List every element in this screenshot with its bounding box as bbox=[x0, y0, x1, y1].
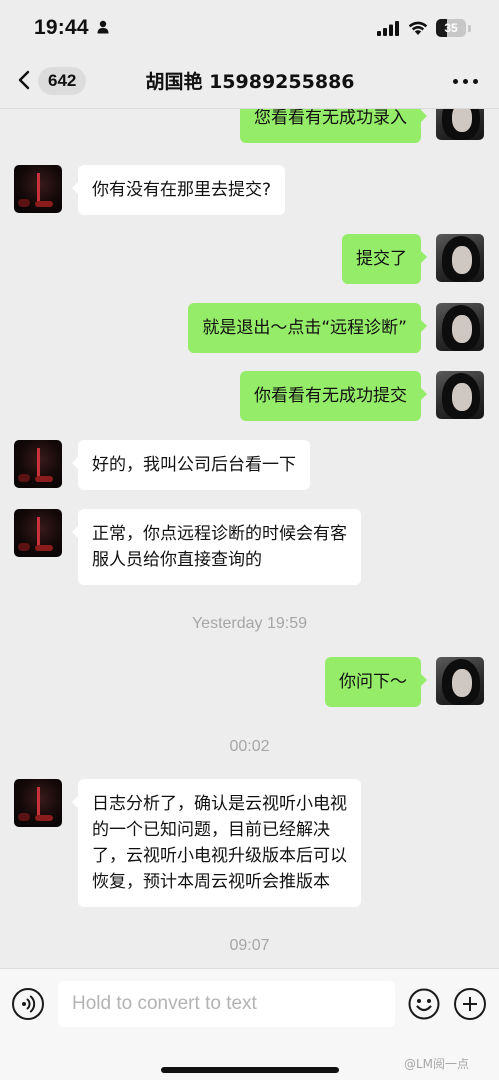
battery-percent: 35 bbox=[444, 21, 458, 35]
battery-cap bbox=[468, 25, 471, 32]
message-line: 服人员给你直接查询的 bbox=[92, 550, 262, 570]
message-row-incoming: 好的，我叫公司后台看一下 bbox=[0, 440, 499, 500]
message-line: 了，云视听小电视升级版本后可以 bbox=[92, 846, 347, 866]
message-row-outgoing: 您看看有无成功录入 bbox=[0, 109, 499, 152]
message-line: 恢复，预计本周云视听会推版本 bbox=[92, 872, 330, 892]
back-chevron-icon bbox=[18, 70, 30, 90]
chat-title: 胡国艳 15989255886 bbox=[145, 71, 355, 93]
message-input[interactable] bbox=[58, 981, 395, 1027]
message-bubble-outgoing[interactable]: 你看看有无成功提交 bbox=[240, 371, 427, 421]
message-bubble-incoming[interactable]: 好的，我叫公司后台看一下 bbox=[72, 440, 310, 490]
emoji-icon[interactable] bbox=[408, 988, 440, 1020]
message-bubble-outgoing[interactable]: 就是退出～点击“远程诊断” bbox=[188, 303, 427, 353]
signal-icon bbox=[377, 21, 399, 36]
message-row-incoming: 正常，你点远程诊断的时候会有客 服人员给你直接查询的 bbox=[0, 509, 499, 589]
more-dots-icon[interactable] bbox=[448, 66, 482, 96]
watermark-text: @LM阅一点 bbox=[404, 1057, 470, 1071]
message-row-outgoing: 你看看有无成功提交 bbox=[0, 371, 499, 431]
voice-icon[interactable] bbox=[12, 988, 44, 1020]
self-avatar[interactable] bbox=[436, 371, 484, 419]
message-timestamp: Yesterday 19:59 bbox=[191, 615, 308, 632]
message-bubble-outgoing[interactable]: 你问下～ bbox=[325, 657, 427, 707]
contact-avatar[interactable] bbox=[14, 440, 62, 488]
self-avatar[interactable] bbox=[436, 109, 484, 140]
voice-waves-icon bbox=[22, 995, 36, 1013]
add-icon[interactable] bbox=[454, 988, 486, 1020]
battery-icon: 35 bbox=[436, 19, 466, 37]
message-bubble-outgoing[interactable]: 您看看有无成功录入 bbox=[240, 109, 427, 143]
message-row-incoming: 日志分析了，确认是云视听小电视 的一个已知问题，目前已经解决 了，云视听小电视升… bbox=[0, 779, 499, 909]
message-bubble-incoming[interactable]: 日志分析了，确认是云视听小电视 的一个已知问题，目前已经解决 了，云视听小电视升… bbox=[72, 779, 361, 907]
message-bubble-outgoing[interactable]: 提交了 bbox=[342, 234, 427, 284]
contact-avatar[interactable] bbox=[14, 165, 62, 213]
message-bubble-incoming[interactable]: 正常，你点远程诊断的时候会有客 服人员给你直接查询的 bbox=[72, 509, 361, 585]
status-bar: 19:44 35 bbox=[0, 0, 499, 54]
contact-avatar[interactable] bbox=[14, 779, 62, 827]
self-avatar[interactable] bbox=[436, 303, 484, 351]
message-timestamp: 00:02 bbox=[229, 738, 270, 755]
self-avatar[interactable] bbox=[436, 234, 484, 282]
self-avatar[interactable] bbox=[436, 657, 484, 705]
message-line: 日志分析了，确认是云视听小电视 bbox=[92, 794, 347, 814]
contact-avatar[interactable] bbox=[14, 509, 62, 557]
message-timestamp: 09:07 bbox=[229, 937, 270, 954]
message-bubble-incoming[interactable]: 你有没有在那里去提交? bbox=[71, 165, 286, 215]
status-time: 19:44 bbox=[34, 16, 89, 39]
message-row-incoming: 你有没有在那里去提交? bbox=[0, 165, 499, 225]
person-icon bbox=[97, 20, 109, 34]
chat-input-bar: @LM阅一点 bbox=[0, 968, 499, 1080]
chat-header: 642 胡国艳 15989255886 bbox=[0, 54, 499, 108]
wifi-icon bbox=[408, 21, 428, 35]
chat-message-list[interactable]: 您看看有无成功录入 你有没有在那里去提交? 提交了 就是退出～点击“远程诊断” … bbox=[0, 108, 499, 968]
home-indicator[interactable] bbox=[161, 1067, 339, 1073]
message-line: 正常，你点远程诊断的时候会有客 bbox=[92, 524, 347, 544]
message-row-outgoing: 你问下～ bbox=[0, 657, 499, 717]
message-row-outgoing: 就是退出～点击“远程诊断” bbox=[0, 303, 499, 363]
message-line: 的一个已知问题，目前已经解决 bbox=[92, 820, 330, 840]
message-row-outgoing: 提交了 bbox=[0, 234, 499, 294]
